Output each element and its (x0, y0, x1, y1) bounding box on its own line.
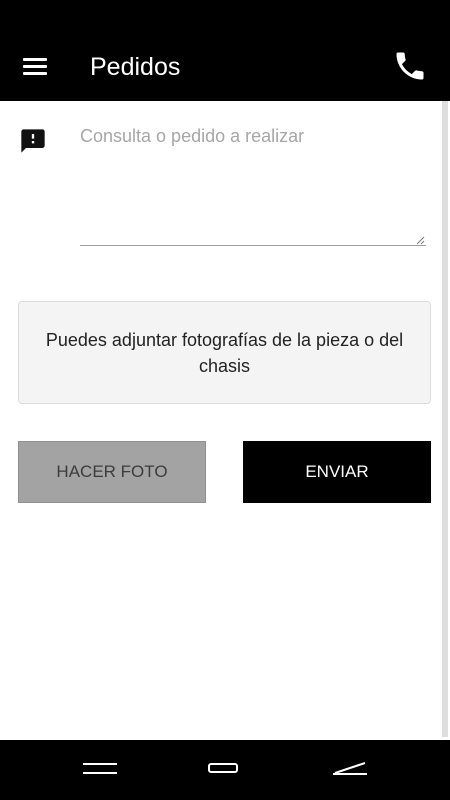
system-navigation-bar (0, 740, 450, 800)
nav-back-icon (83, 763, 117, 765)
nav-back-button[interactable] (75, 754, 125, 786)
send-button[interactable]: ENVIAR (243, 441, 431, 503)
nav-recent-icon (333, 762, 367, 775)
hamburger-menu-icon (23, 58, 47, 61)
app-bar: Pedidos (0, 0, 450, 101)
attachment-info-text: Puedes adjuntar fotografías de la pieza … (45, 329, 404, 376)
menu-button[interactable] (14, 46, 56, 88)
page-title: Pedidos (90, 53, 181, 81)
nav-recent-button[interactable] (325, 754, 375, 786)
scrollbar[interactable] (442, 101, 448, 737)
query-input[interactable] (80, 126, 426, 246)
nav-home-icon (208, 763, 238, 773)
feedback-message-icon (21, 129, 45, 153)
take-photo-button[interactable]: HACER FOTO (18, 441, 206, 503)
resize-grip-icon[interactable] (416, 236, 425, 245)
phone-icon (396, 52, 424, 80)
call-button[interactable] (392, 48, 428, 84)
attachment-info-box: Puedes adjuntar fotografías de la pieza … (18, 301, 431, 404)
nav-home-button[interactable] (200, 754, 250, 786)
